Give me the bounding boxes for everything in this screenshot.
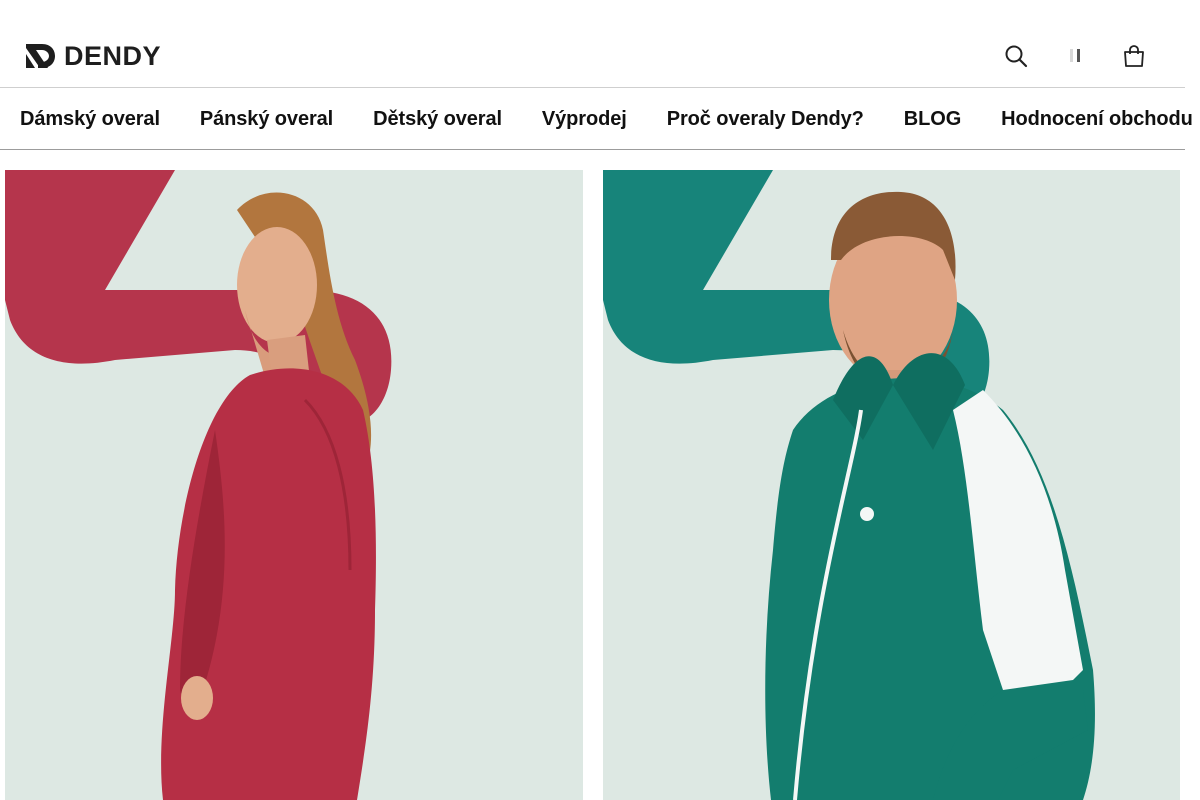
dendy-logo-mark-icon	[26, 44, 55, 68]
nav-item-blog[interactable]: BLOG	[904, 108, 961, 131]
category-tile-men[interactable]	[603, 170, 1180, 800]
nav-item-hodnoceni-obchodu[interactable]: Hodnocení obchodu	[1001, 108, 1193, 131]
shopping-bag-icon	[1124, 45, 1144, 67]
men-tracksuit-photo	[603, 170, 1180, 800]
nav-item-vyprodej[interactable]: Výprodej	[542, 108, 627, 131]
brand-name: DENDY	[64, 41, 162, 71]
main-navigation: Dámský overal Pánský overal Dětský overa…	[0, 89, 1193, 150]
search-icon	[1005, 45, 1028, 68]
site-header: DENDY	[0, 0, 1185, 88]
category-tiles	[5, 170, 1180, 800]
nav-item-pansky-overal[interactable]: Pánský overal	[200, 108, 333, 131]
nav-item-detsky-overal[interactable]: Dětský overal	[373, 108, 502, 131]
user-account-button[interactable]	[1065, 43, 1091, 69]
nav-item-damsky-overal[interactable]: Dámský overal	[20, 108, 160, 131]
women-overall-photo	[5, 170, 583, 800]
user-icon	[1070, 49, 1080, 62]
cart-button[interactable]	[1121, 43, 1147, 69]
header-actions	[1003, 40, 1147, 72]
nav-item-proc-overaly-dendy[interactable]: Proč overaly Dendy?	[667, 108, 864, 131]
search-button[interactable]	[1003, 43, 1029, 69]
category-tile-women[interactable]	[5, 170, 583, 800]
brand-logo[interactable]: DENDY	[24, 40, 161, 72]
